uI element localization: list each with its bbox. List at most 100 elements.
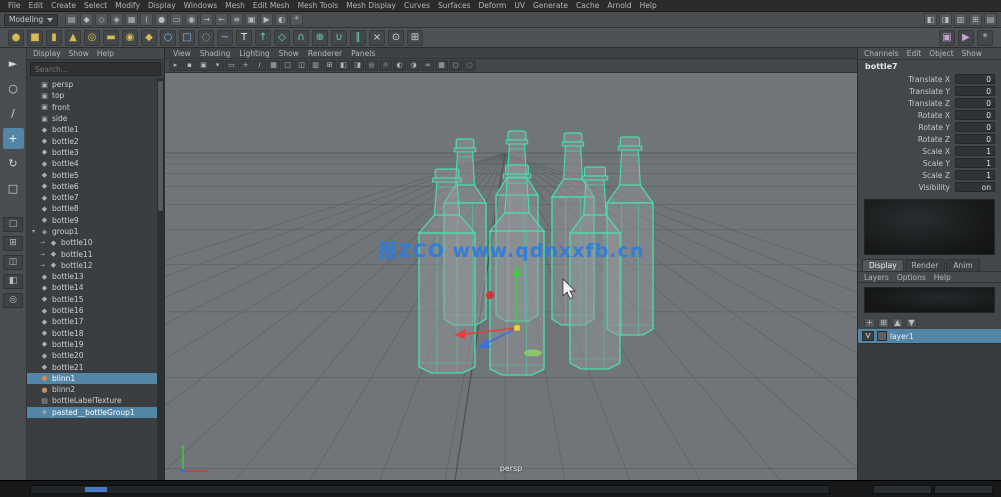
outliner-item[interactable]: ◆ bottle1 bbox=[27, 124, 164, 135]
channel-value-field[interactable]: 0 bbox=[955, 74, 995, 84]
grease-pencil-icon[interactable]: / bbox=[253, 60, 266, 71]
Rotate Y[interactable]: Rotate Y 0 bbox=[858, 121, 1001, 133]
outliner-item[interactable]: → ◆ bottle11 bbox=[27, 248, 164, 259]
outliner-item[interactable]: ◈ pasted__bottleGroup1 bbox=[27, 407, 164, 418]
hierarchy-mode-icon[interactable]: ▤ bbox=[65, 13, 78, 26]
output-connections-icon[interactable]: ← bbox=[215, 13, 228, 26]
gate-mask-icon[interactable]: ▥ bbox=[309, 60, 322, 71]
motion-blur-icon[interactable]: ≈ bbox=[421, 60, 434, 71]
extrude-icon[interactable]: ↑ bbox=[255, 30, 271, 46]
viewport-menu-item[interactable]: Renderer bbox=[308, 49, 342, 58]
isolate-select-icon[interactable]: ◌ bbox=[463, 60, 476, 71]
outliner-item[interactable]: ◆ bottle15 bbox=[27, 294, 164, 305]
paint-select-tool[interactable]: / bbox=[3, 103, 24, 124]
lasso-tool[interactable]: ○ bbox=[3, 78, 24, 99]
menu-set-dropdown[interactable]: Modeling bbox=[4, 14, 58, 26]
ep-curve-icon[interactable]: ~ bbox=[217, 30, 233, 46]
menu-item[interactable]: Windows bbox=[180, 1, 221, 10]
zoom-icon[interactable]: ◎ bbox=[3, 293, 23, 308]
ipr-render-icon[interactable]: ◐ bbox=[275, 13, 288, 26]
ipr-icon[interactable]: ▶ bbox=[958, 30, 974, 46]
time-slider[interactable] bbox=[30, 485, 830, 494]
pan-zoom-icon[interactable]: + bbox=[239, 60, 252, 71]
Visibility[interactable]: Visibility on bbox=[858, 181, 1001, 193]
text-tool-icon[interactable]: T bbox=[236, 30, 252, 46]
nurbs-cube-icon[interactable]: □ bbox=[179, 30, 195, 46]
range-field[interactable] bbox=[934, 485, 993, 494]
viewport-menu-item[interactable]: Shading bbox=[200, 49, 230, 58]
menu-item[interactable]: Edit Mesh bbox=[249, 1, 294, 10]
channel-value-field[interactable]: 1 bbox=[955, 158, 995, 168]
menu-item[interactable]: Cache bbox=[572, 1, 603, 10]
outliner-item[interactable]: ◆ bottle9 bbox=[27, 215, 164, 226]
scene-canvas[interactable] bbox=[165, 73, 857, 480]
bevel-icon[interactable]: ◇ bbox=[274, 30, 290, 46]
channel-value-field[interactable]: on bbox=[955, 182, 995, 192]
outliner-item[interactable]: ◆ bottle3 bbox=[27, 147, 164, 158]
channel-box-object-name[interactable]: bottle7 bbox=[858, 60, 1001, 73]
outliner-menu-item[interactable]: Show bbox=[69, 49, 89, 58]
channel-box-menu-item[interactable]: Object bbox=[929, 49, 953, 58]
outliner-item[interactable]: ◆ bottle21 bbox=[27, 361, 164, 372]
camera-attributes-icon[interactable]: ▣ bbox=[197, 60, 210, 71]
outliner-item[interactable]: ◆ bottle18 bbox=[27, 328, 164, 339]
modeling-toolkit-icon[interactable]: ◧ bbox=[924, 13, 937, 26]
channel-value-field[interactable]: 0 bbox=[955, 86, 995, 96]
menu-item[interactable]: Deform bbox=[474, 1, 510, 10]
viewport-menu-item[interactable]: View bbox=[173, 49, 191, 58]
bookmarks-icon[interactable]: ▾ bbox=[211, 60, 224, 71]
outliner-item[interactable]: ◆ bottle2 bbox=[27, 135, 164, 146]
menu-item[interactable]: Select bbox=[80, 1, 111, 10]
separate-icon[interactable]: ∥ bbox=[350, 30, 366, 46]
multi-cut-icon[interactable]: × bbox=[369, 30, 385, 46]
field-chart-icon[interactable]: ⊞ bbox=[323, 60, 336, 71]
channel-value-field[interactable]: 0 bbox=[955, 122, 995, 132]
outliner-menu-item[interactable]: Display bbox=[33, 49, 61, 58]
channel-box-menu-item[interactable]: Edit bbox=[907, 49, 922, 58]
render-current-frame-icon[interactable]: ▣ bbox=[939, 30, 955, 46]
poly-sphere-icon[interactable]: ● bbox=[8, 30, 24, 46]
nurbs-sphere-icon[interactable]: ○ bbox=[160, 30, 176, 46]
menu-item[interactable]: Mesh Display bbox=[342, 1, 400, 10]
range-field[interactable] bbox=[873, 485, 932, 494]
poly-torus-icon[interactable]: ◎ bbox=[84, 30, 100, 46]
lighting-icon[interactable]: ☼ bbox=[379, 60, 392, 71]
outliner-item[interactable]: ▾ ◈ group1 bbox=[27, 226, 164, 237]
combine-icon[interactable]: ∪ bbox=[331, 30, 347, 46]
rotate-tool[interactable]: ↻ bbox=[3, 153, 24, 174]
tool-settings-icon[interactable]: ⊞ bbox=[969, 13, 982, 26]
layer-row[interactable]: V layer1 bbox=[858, 329, 1001, 343]
outliner-item[interactable]: → ◆ bottle12 bbox=[27, 260, 164, 271]
channel-value-field[interactable]: 1 bbox=[955, 170, 995, 180]
object-mode-icon[interactable]: ◆ bbox=[80, 13, 93, 26]
select-tool[interactable]: ► bbox=[3, 53, 24, 74]
snap-grid-icon[interactable]: ▦ bbox=[125, 13, 138, 26]
target-weld-icon[interactable]: ⊙ bbox=[388, 30, 404, 46]
menu-item[interactable]: File bbox=[4, 1, 25, 10]
poly-cube-icon[interactable]: ■ bbox=[27, 30, 43, 46]
menu-item[interactable]: Mesh Tools bbox=[294, 1, 343, 10]
channel-box-menu-item[interactable]: Show bbox=[962, 49, 982, 58]
outliner-item[interactable]: ◆ bottle8 bbox=[27, 203, 164, 214]
outliner-item[interactable]: ◆ bottle20 bbox=[27, 350, 164, 361]
boolean-icon[interactable]: ⊕ bbox=[312, 30, 328, 46]
component-mode-icon[interactable]: ◇ bbox=[95, 13, 108, 26]
outliner-item[interactable]: ◆ bottle4 bbox=[27, 158, 164, 169]
snap-plane-icon[interactable]: ▭ bbox=[170, 13, 183, 26]
channel-box-icon[interactable]: ▤ bbox=[984, 13, 997, 26]
viewport-scene[interactable]: 报ZCO www.qdnxxfb.cn persp bbox=[165, 73, 857, 480]
move-tool[interactable]: + bbox=[3, 128, 24, 149]
Scale Z[interactable]: Scale Z 1 bbox=[858, 169, 1001, 181]
snap-point-icon[interactable]: ● bbox=[155, 13, 168, 26]
channel-value-field[interactable]: 1 bbox=[955, 146, 995, 156]
scale-tool[interactable]: □ bbox=[3, 178, 24, 199]
outliner-item[interactable]: ◆ bottle19 bbox=[27, 339, 164, 350]
menu-item[interactable]: Display bbox=[144, 1, 180, 10]
menu-item[interactable]: Arnold bbox=[603, 1, 635, 10]
xray-icon[interactable]: ○ bbox=[449, 60, 462, 71]
safe-action-icon[interactable]: ◧ bbox=[337, 60, 350, 71]
multisample-icon[interactable]: ▦ bbox=[435, 60, 448, 71]
Translate X[interactable]: Translate X 0 bbox=[858, 73, 1001, 85]
outliner-item[interactable]: ◆ bottle17 bbox=[27, 316, 164, 327]
outliner-item[interactable]: ◆ bottle5 bbox=[27, 169, 164, 180]
